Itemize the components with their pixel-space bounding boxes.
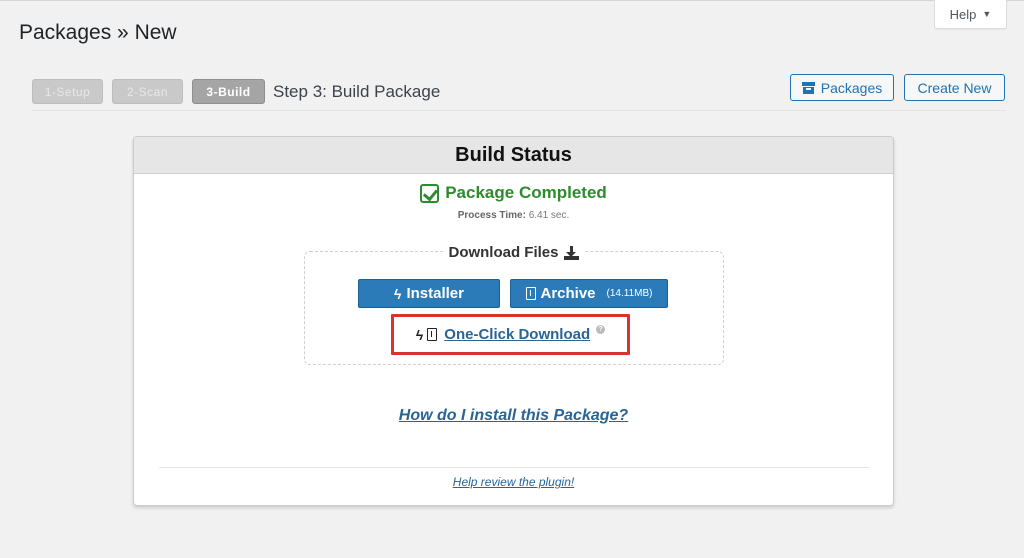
- packages-button-label: Packages: [820, 79, 883, 96]
- archive-size: (14.11MB): [606, 288, 653, 299]
- step-scan: 2-Scan: [112, 79, 183, 104]
- step-setup: 1-Setup: [32, 79, 103, 104]
- top-border: [0, 0, 1024, 1]
- step-title: Step 3: Build Package: [273, 81, 441, 101]
- step-build: 3-Build: [192, 79, 265, 104]
- installer-label: Installer: [406, 285, 464, 302]
- archive-button[interactable]: Archive (14.11MB): [510, 279, 668, 308]
- archive-box-icon: [801, 81, 815, 94]
- howto-install-link[interactable]: How do I install this Package?: [399, 407, 628, 424]
- header-divider: [32, 110, 1006, 111]
- review-plugin: Help review the plugin!: [134, 475, 893, 489]
- archive-label: Archive: [540, 285, 596, 302]
- panel-title: Build Status: [134, 137, 893, 174]
- review-plugin-link[interactable]: Help review the plugin!: [453, 475, 574, 489]
- howto-install: How do I install this Package?: [134, 407, 893, 425]
- caret-down-icon: ▼: [982, 9, 992, 19]
- create-new-button[interactable]: Create New: [904, 74, 1005, 101]
- process-time-label: Process Time:: [457, 210, 526, 221]
- download-title-text: Download Files: [448, 244, 559, 261]
- help-icon[interactable]: ?: [596, 325, 606, 334]
- one-click-download: ϟ One-Click Download ?: [391, 314, 630, 355]
- build-status-panel: Build Status Package Completed Process T…: [133, 136, 894, 506]
- process-time: Process Time: 6.41 sec.: [134, 210, 893, 221]
- packages-button[interactable]: Packages: [790, 74, 894, 101]
- process-time-value: 6.41 sec.: [528, 210, 570, 221]
- panel-divider: [159, 467, 869, 468]
- file-zip-icon: [427, 328, 438, 341]
- download-files-title: Download Files: [134, 244, 893, 261]
- wizard-steps: 1-Setup 2-Scan 3-Build Step 3: Build Pac…: [32, 79, 440, 104]
- bolt-icon: ϟ: [415, 326, 424, 343]
- installer-button[interactable]: ϟ Installer: [358, 279, 500, 308]
- one-click-download-link[interactable]: One-Click Download: [444, 326, 590, 343]
- status-text: Package Completed: [445, 183, 607, 202]
- help-tab-label: Help: [949, 6, 977, 22]
- package-completed-status: Package Completed: [134, 183, 893, 203]
- page-title: Packages » New: [19, 21, 177, 44]
- bolt-icon: ϟ: [394, 285, 402, 302]
- file-zip-icon: [525, 287, 536, 300]
- help-tab-button[interactable]: Help ▼: [934, 0, 1007, 29]
- check-square-icon: [420, 183, 440, 203]
- download-icon: [563, 245, 579, 260]
